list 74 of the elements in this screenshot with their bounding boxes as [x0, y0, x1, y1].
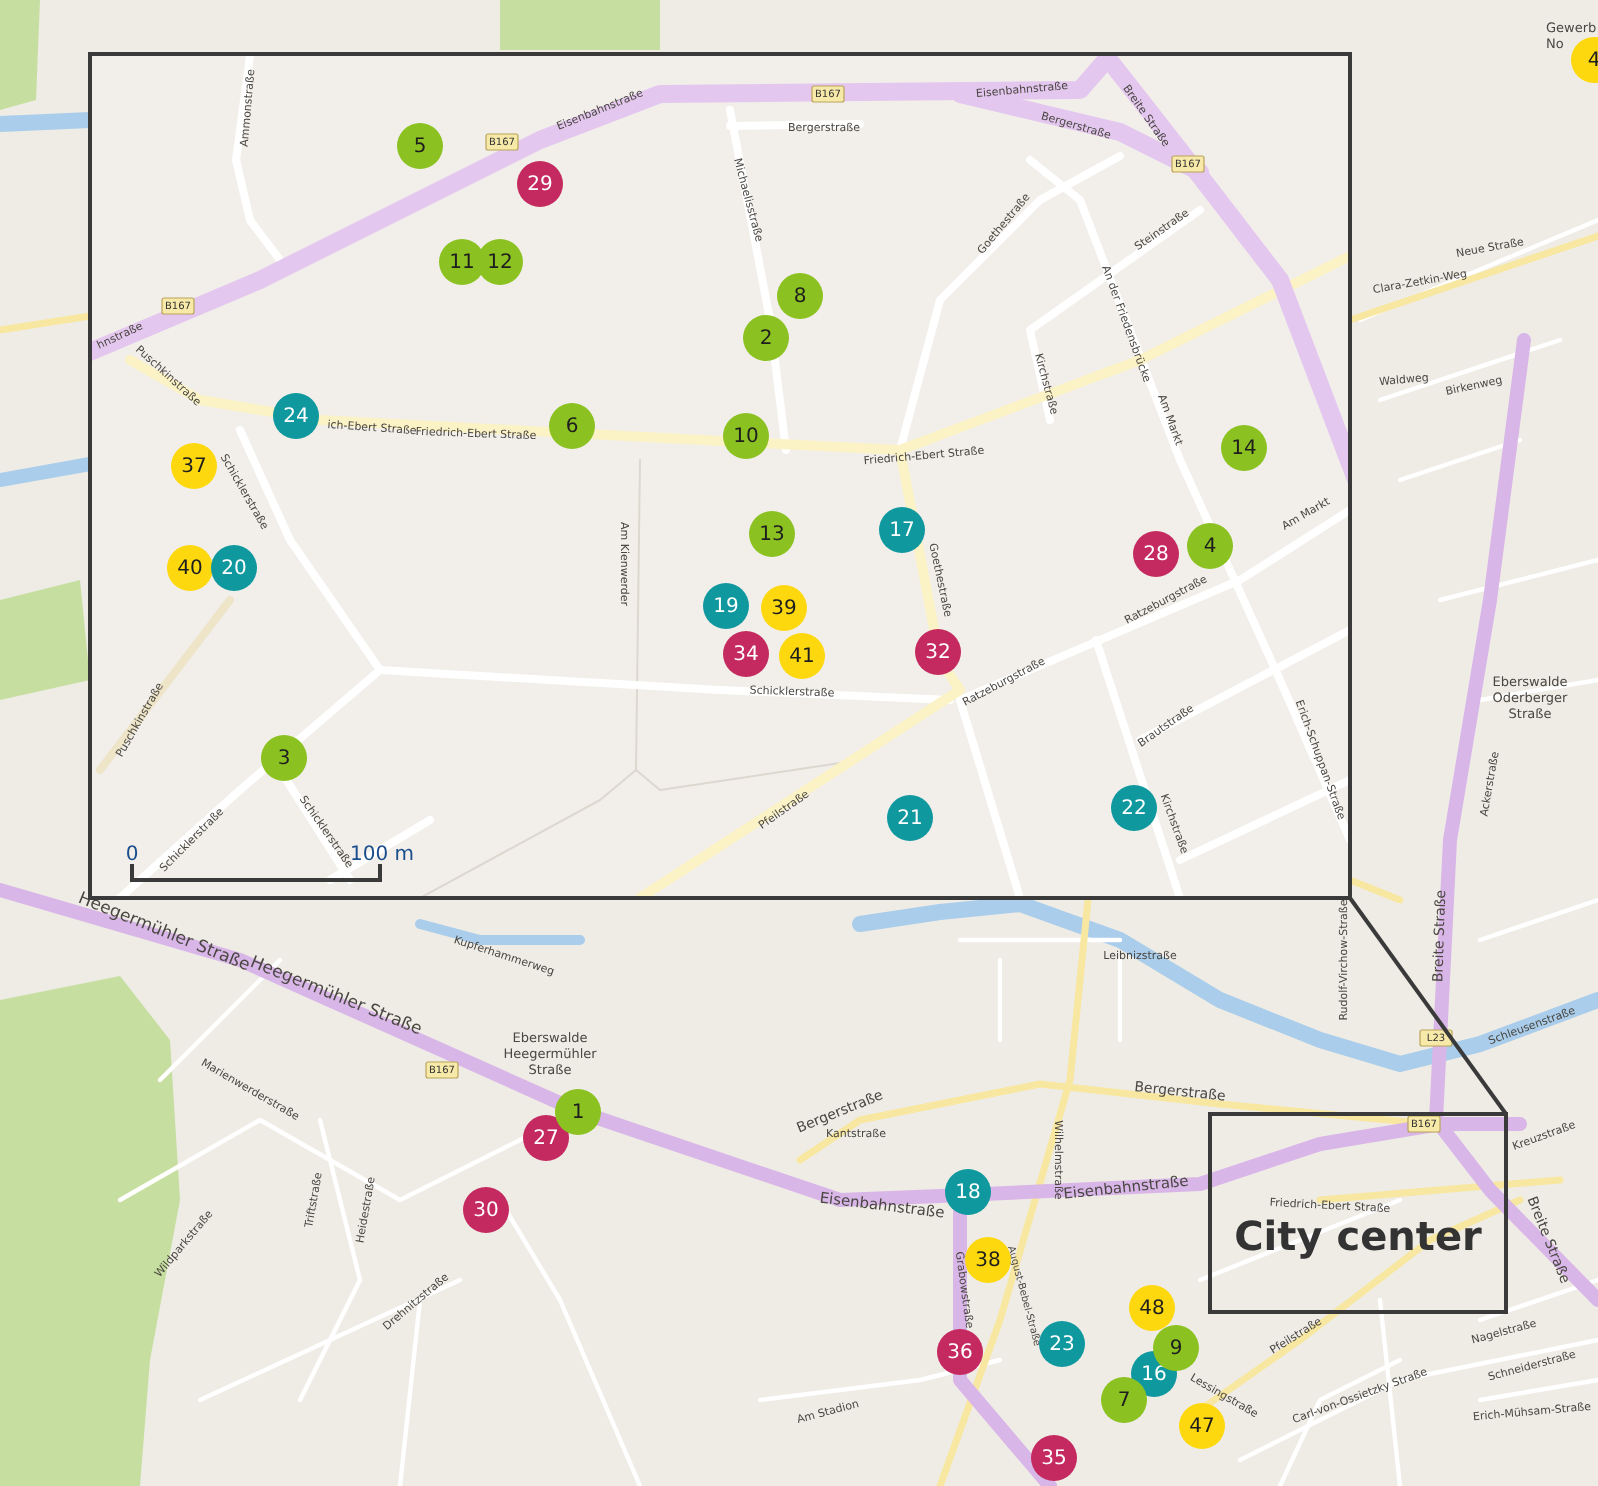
marker-number: 30	[473, 1200, 499, 1223]
marker-number: 47	[1189, 1416, 1215, 1439]
map-marker[interactable]	[937, 1329, 983, 1375]
marker-number: 48	[1139, 1298, 1165, 1321]
marker-number: 38	[975, 1250, 1001, 1273]
map-marker[interactable]	[397, 123, 443, 169]
map-marker[interactable]	[761, 585, 807, 631]
marker-number: 20	[221, 558, 247, 581]
map-marker[interactable]	[749, 511, 795, 557]
marker-number: 5	[413, 136, 427, 159]
map-marker[interactable]	[945, 1169, 991, 1215]
marker-number: 35	[1041, 1448, 1067, 1471]
map-marker[interactable]	[879, 507, 925, 553]
marker-number: 13	[759, 524, 785, 547]
map-marker[interactable]	[1039, 1321, 1085, 1367]
marker-number: 8	[793, 286, 807, 309]
map-marker[interactable]	[1571, 37, 1598, 83]
map-marker[interactable]	[1031, 1435, 1077, 1481]
map-marker[interactable]	[779, 633, 825, 679]
map-marker[interactable]	[723, 413, 769, 459]
map-marker[interactable]	[703, 583, 749, 629]
map-marker[interactable]	[517, 161, 563, 207]
marker-number: 17	[889, 520, 915, 543]
map-marker[interactable]	[777, 273, 823, 319]
marker-number: 3	[277, 748, 291, 771]
map-marker[interactable]	[167, 545, 213, 591]
map-marker[interactable]	[555, 1089, 601, 1135]
marker-number: 2	[759, 328, 773, 351]
marker-number: 11	[449, 252, 475, 275]
map-marker[interactable]	[463, 1187, 509, 1233]
marker-number: 24	[283, 406, 309, 429]
marker-number: 39	[771, 598, 797, 621]
map-marker[interactable]	[887, 795, 933, 841]
map-marker[interactable]	[915, 629, 961, 675]
marker-number: 14	[1231, 438, 1257, 461]
map-marker[interactable]	[1187, 523, 1233, 569]
map-marker[interactable]	[211, 545, 257, 591]
marker-number: 1	[571, 1102, 585, 1125]
map-marker[interactable]	[1111, 785, 1157, 831]
marker-number: 19	[713, 596, 739, 619]
marker-number: 4	[1203, 536, 1217, 559]
marker-number: 21	[897, 808, 923, 831]
map-marker[interactable]	[723, 631, 769, 677]
marker-number: 29	[527, 174, 553, 197]
map-marker[interactable]	[1101, 1377, 1147, 1423]
marker-number: 10	[733, 426, 759, 449]
marker-number: 27	[533, 1128, 559, 1151]
map-marker[interactable]	[273, 393, 319, 439]
marker-number: 22	[1121, 798, 1147, 821]
marker-number: 7	[1117, 1390, 1131, 1413]
map-marker[interactable]	[1221, 425, 1267, 471]
callout-label: City center	[1234, 1212, 1482, 1260]
marker-number: 23	[1049, 1334, 1075, 1357]
marker-number: 16	[1141, 1364, 1167, 1387]
marker-number: 36	[947, 1342, 973, 1365]
scale-start-label: 0	[125, 844, 139, 866]
map-marker[interactable]	[743, 315, 789, 361]
marker-number: 40	[177, 558, 203, 581]
map-marker[interactable]	[1129, 1285, 1175, 1331]
map-marker[interactable]	[549, 403, 595, 449]
map-marker[interactable]	[261, 735, 307, 781]
marker-number: 12	[487, 252, 513, 275]
map-marker[interactable]	[171, 443, 217, 489]
map-marker[interactable]	[1133, 531, 1179, 577]
marker-number: 9	[1169, 1338, 1183, 1361]
marker-number: 18	[955, 1182, 981, 1205]
park-area	[0, 0, 40, 110]
marker-number: 32	[925, 642, 951, 665]
marker-number: 37	[181, 456, 207, 479]
marker-number: 28	[1143, 544, 1169, 567]
marker-number: 34	[733, 644, 759, 667]
marker-number: 41	[789, 646, 815, 669]
map-marker[interactable]	[477, 239, 523, 285]
marker-number: 6	[565, 416, 579, 439]
